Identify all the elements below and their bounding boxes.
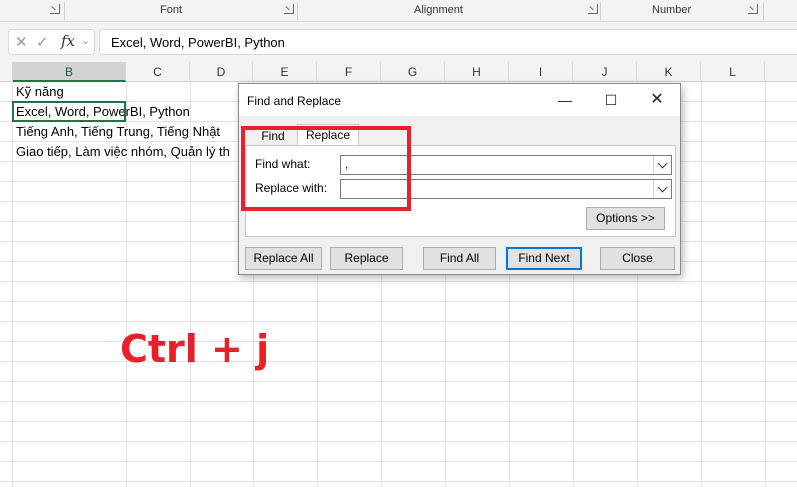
group-separator bbox=[64, 2, 65, 20]
maximize-icon[interactable]: ☐ bbox=[588, 84, 634, 116]
alignment-group-label: Alignment bbox=[414, 4, 463, 16]
column-header-b[interactable]: B bbox=[13, 62, 126, 82]
gridline bbox=[765, 82, 766, 487]
replace-all-button[interactable]: Replace All bbox=[245, 247, 322, 270]
number-launcher-icon[interactable] bbox=[748, 4, 758, 14]
gridline bbox=[0, 281, 797, 282]
gridline bbox=[0, 421, 797, 422]
cell-b1[interactable]: Kỹ năng bbox=[16, 84, 64, 99]
font-group-label: Font bbox=[160, 4, 183, 16]
dialog-titlebar[interactable]: Find and Replace — ☐ ✕ bbox=[239, 84, 680, 116]
column-header-j[interactable]: J bbox=[573, 62, 637, 82]
gridline bbox=[0, 461, 797, 462]
gridline bbox=[126, 82, 127, 487]
minimize-icon[interactable]: — bbox=[542, 84, 588, 116]
cell-b4[interactable]: Giao tiếp, Làm việc nhóm, Quản lý th bbox=[16, 144, 230, 159]
gridline bbox=[190, 82, 191, 487]
chevron-down-icon[interactable] bbox=[653, 156, 671, 174]
cell-b3[interactable]: Tiếng Anh, Tiếng Trung, Tiếng Nhật bbox=[16, 124, 220, 139]
group-separator bbox=[600, 2, 601, 20]
alignment-launcher-icon[interactable] bbox=[588, 4, 598, 14]
close-button[interactable]: Close bbox=[600, 247, 675, 270]
options-button[interactable]: Options >> bbox=[586, 207, 665, 230]
group-separator bbox=[297, 2, 298, 20]
gridline bbox=[0, 321, 797, 322]
font-launcher-icon[interactable] bbox=[284, 4, 294, 14]
column-header-m[interactable] bbox=[765, 62, 797, 82]
cancel-icon[interactable]: ✕ bbox=[15, 33, 28, 51]
formula-bar: ✕ ✓ fx ⌄ Excel, Word, PowerBI, Python bbox=[0, 22, 797, 62]
enter-icon[interactable]: ✓ bbox=[36, 33, 49, 51]
chevron-down-icon[interactable] bbox=[653, 180, 671, 198]
shortcut-caption: Ctrl + j bbox=[120, 327, 270, 371]
column-header-l[interactable]: L bbox=[701, 62, 765, 82]
clipboard-launcher-icon[interactable] bbox=[50, 4, 60, 14]
chevron-down-icon[interactable]: ⌄ bbox=[81, 34, 90, 47]
ribbon-group-bar: Font Alignment Number bbox=[0, 0, 797, 22]
replace-button[interactable]: Replace bbox=[330, 247, 403, 270]
insert-function-icon[interactable]: fx bbox=[61, 32, 75, 50]
column-header-e[interactable]: E bbox=[253, 62, 317, 82]
gridline bbox=[0, 381, 797, 382]
column-header-g[interactable]: G bbox=[381, 62, 445, 82]
close-icon[interactable]: ✕ bbox=[634, 84, 680, 116]
find-all-button[interactable]: Find All bbox=[423, 247, 496, 270]
gridline bbox=[0, 301, 797, 302]
column-header-k[interactable]: K bbox=[637, 62, 701, 82]
gridline bbox=[701, 82, 702, 487]
number-group-label: Number bbox=[652, 4, 692, 16]
column-header-h[interactable]: H bbox=[445, 62, 509, 82]
gridline bbox=[12, 82, 13, 487]
active-cell-border bbox=[12, 101, 126, 122]
column-header-i[interactable]: I bbox=[509, 62, 573, 82]
column-headers: B C D E F G H I J K L bbox=[0, 62, 797, 82]
gridline bbox=[0, 481, 797, 482]
column-header-c[interactable]: C bbox=[126, 62, 190, 82]
column-header-f[interactable]: F bbox=[317, 62, 381, 82]
formula-input[interactable]: Excel, Word, PowerBI, Python bbox=[99, 29, 797, 55]
column-header-d[interactable]: D bbox=[190, 62, 253, 82]
gridline bbox=[0, 401, 797, 402]
gridline bbox=[0, 441, 797, 442]
dialog-title: Find and Replace bbox=[247, 94, 342, 108]
highlight-box bbox=[241, 126, 411, 211]
row-header-corner[interactable] bbox=[0, 62, 13, 82]
formula-buttons: ✕ ✓ fx ⌄ bbox=[8, 29, 95, 55]
find-next-button[interactable]: Find Next bbox=[506, 247, 582, 270]
group-separator bbox=[763, 2, 764, 20]
